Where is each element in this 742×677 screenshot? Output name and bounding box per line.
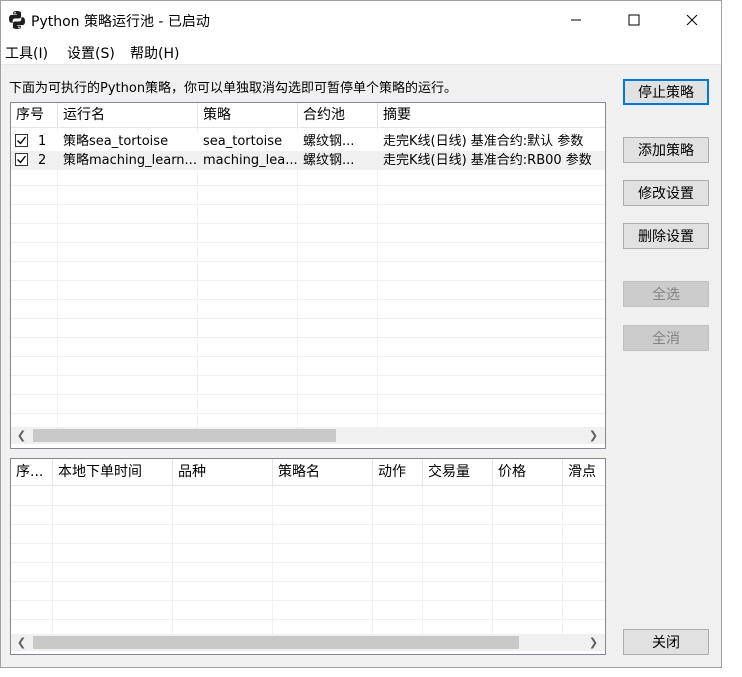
horizontal-scrollbar[interactable]: ❮ ❯ [11, 427, 605, 444]
column-header-run-name[interactable]: 运行名 [58, 103, 198, 127]
order-list-header: 序... 本地下单时间 品种 策略名 动作 交易量 价格 滑点 [11, 459, 605, 486]
strategy-list: 序号 运行名 策略 合约池 摘要 1 策略sea_tortoise sea_to… [10, 102, 606, 449]
cell-summary: 走完K线(日线) 基准合约:默认 参数 [383, 134, 584, 149]
close-button[interactable]: 关闭 [623, 629, 709, 655]
grid-line [52, 486, 53, 634]
grid-line [11, 375, 605, 376]
grid-line [11, 562, 605, 563]
menu-tools[interactable]: 工具(I) [5, 43, 48, 63]
grid-line [11, 204, 605, 205]
checkmark-icon [17, 136, 27, 145]
grid-line [422, 486, 423, 634]
checkmark-icon [17, 155, 27, 164]
grid-line [11, 337, 605, 338]
grid-line [11, 185, 605, 186]
grid-line [11, 600, 605, 601]
column-header-instrument[interactable]: 品种 [173, 459, 273, 485]
grid-line [492, 486, 493, 634]
grid-line [11, 261, 605, 262]
grid-line [197, 128, 198, 428]
scrollbar-thumb[interactable] [33, 636, 519, 649]
title-bar: Python 策略运行池 - 已启动 [1, 1, 721, 39]
grid-line [297, 128, 298, 428]
row-checkbox[interactable] [15, 153, 28, 166]
grid-line [11, 242, 605, 243]
grid-line [272, 486, 273, 634]
cell-index: 2 [38, 153, 47, 168]
column-header-strategy-name[interactable]: 策略名 [273, 459, 373, 485]
scroll-right-icon[interactable]: ❯ [585, 427, 602, 444]
instruction-text: 下面为可执行的Python策略，你可以单独取消勾选即可暂停单个策略的运行。 [9, 81, 458, 96]
grid-line [11, 318, 605, 319]
menu-help[interactable]: 帮助(H) [130, 43, 179, 63]
grid-line [172, 486, 173, 634]
cell-strategy: sea_tortoise [203, 134, 283, 149]
modify-settings-button[interactable]: 修改设置 [623, 180, 709, 206]
column-header-order-index[interactable]: 序... [11, 459, 53, 485]
column-header-slippage[interactable]: 滑点 [563, 459, 605, 485]
grid-line [11, 356, 605, 357]
scroll-left-icon[interactable]: ❮ [13, 634, 30, 651]
column-header-price[interactable]: 价格 [493, 459, 563, 485]
main-window: Python 策略运行池 - 已启动 工具(I) 设置(S) 帮助(H) 下面为… [0, 0, 722, 668]
window-title: Python 策略运行池 - 已启动 [31, 14, 210, 30]
menu-bar: 工具(I) 设置(S) 帮助(H) [1, 39, 721, 65]
grid-line [11, 223, 605, 224]
column-header-strategy[interactable]: 策略 [198, 103, 298, 127]
table-row[interactable]: 1 策略sea_tortoise sea_tortoise 螺纹钢... 走完K… [11, 132, 605, 151]
delete-settings-button[interactable]: 删除设置 [623, 223, 709, 249]
grid-line [11, 581, 605, 582]
grid-line [11, 280, 605, 281]
order-list: 序... 本地下单时间 品种 策略名 动作 交易量 价格 滑点 ❮ ❯ [10, 458, 606, 655]
column-header-order-time[interactable]: 本地下单时间 [53, 459, 173, 485]
scroll-right-icon[interactable]: ❯ [585, 634, 602, 651]
maximize-button[interactable] [605, 1, 663, 39]
grid-line [11, 413, 605, 414]
scroll-left-icon[interactable]: ❮ [13, 427, 30, 444]
grid-line [372, 486, 373, 634]
grid-line [11, 299, 605, 300]
column-header-action[interactable]: 动作 [373, 459, 423, 485]
grid-line [562, 486, 563, 634]
horizontal-scrollbar[interactable]: ❮ ❯ [11, 634, 605, 651]
close-window-button[interactable] [663, 1, 721, 39]
column-header-volume[interactable]: 交易量 [423, 459, 493, 485]
deselect-all-button[interactable]: 全消 [623, 325, 709, 351]
grid-line [11, 524, 605, 525]
grid-line [11, 394, 605, 395]
close-icon [686, 14, 698, 26]
add-strategy-button[interactable]: 添加策略 [623, 137, 709, 163]
select-all-button[interactable]: 全选 [623, 281, 709, 307]
cell-contract-pool: 螺纹钢... [303, 134, 355, 149]
grid-line [11, 505, 605, 506]
stop-strategy-button[interactable]: 停止策略 [623, 79, 709, 105]
grid-line [57, 128, 58, 428]
grid-line [11, 543, 605, 544]
minimize-button[interactable] [547, 1, 605, 39]
column-header-index[interactable]: 序号 [11, 103, 58, 127]
row-checkbox[interactable] [15, 134, 28, 147]
cell-contract-pool: 螺纹钢... [303, 153, 355, 168]
cell-strategy: maching_lea... [203, 153, 298, 168]
strategy-list-header: 序号 运行名 策略 合约池 摘要 [11, 103, 605, 128]
menu-settings[interactable]: 设置(S) [67, 43, 115, 63]
table-row[interactable]: 2 策略maching_learn... maching_lea... 螺纹钢.… [11, 151, 605, 170]
column-header-summary[interactable]: 摘要 [378, 103, 605, 127]
minimize-icon [571, 19, 581, 21]
cell-index: 1 [38, 134, 47, 149]
cell-run-name: 策略sea_tortoise [63, 134, 169, 149]
scrollbar-thumb[interactable] [33, 429, 336, 442]
column-header-contract-pool[interactable]: 合约池 [298, 103, 378, 127]
maximize-icon [628, 14, 640, 26]
cell-summary: 走完K线(日线) 基准合约:RB00 参数 [383, 153, 592, 168]
python-icon [7, 10, 27, 30]
grid-line [11, 619, 605, 620]
grid-line [377, 128, 378, 428]
cell-run-name: 策略maching_learn... [63, 153, 197, 168]
